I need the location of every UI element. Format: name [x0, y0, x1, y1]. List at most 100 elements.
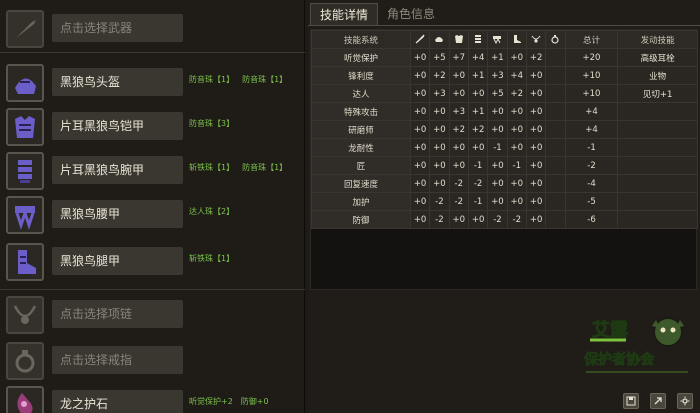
skill-point-cell: +0 — [409, 66, 431, 85]
save-icon — [626, 396, 636, 406]
tab-character-info[interactable]: 角色信息 — [378, 3, 444, 25]
ring-slot-icon — [15, 350, 35, 373]
skill-name-cell: 听觉保护 — [311, 48, 411, 67]
skill-total-cell: -1 — [564, 138, 619, 157]
skill-point-cell: +0 — [409, 84, 431, 103]
skill-point-cell-empty — [545, 102, 566, 121]
chest-slot-button[interactable] — [6, 108, 44, 146]
logo-title: 艾露 — [592, 319, 629, 341]
tab-skill-details[interactable]: 技能详情 — [310, 3, 379, 25]
skill-point-cell: +0 — [429, 138, 450, 157]
skill-row: 特殊攻击 +0 +0 +3 +1 +0 +0 +0 +4 — [311, 102, 698, 121]
skill-point-cell-empty — [545, 84, 566, 103]
skill-point-cell: -1 — [467, 192, 489, 211]
skill-point-cell: +0 — [487, 120, 508, 139]
skill-point-cell: +3 — [487, 66, 508, 85]
skill-point-cell: +0 — [487, 192, 508, 211]
skill-point-cell: +0 — [409, 120, 431, 139]
skill-point-cell: +0 — [448, 84, 469, 103]
skill-point-cell: +0 — [506, 138, 527, 157]
details-panel: 技能详情 角色信息 技能系统 总计 发动技能 听觉保护 +0 +5 +7 +4 … — [308, 0, 700, 413]
waist-armor-icon — [487, 30, 508, 49]
skill-row: 匠 +0 +0 +0 -1 +0 -1 +0 -2 — [311, 156, 698, 175]
ring-slot-button[interactable] — [6, 342, 44, 380]
weapon-slot-icon — [16, 20, 36, 38]
skill-point-cell: +2 — [429, 66, 450, 85]
skill-point-cell: +0 — [525, 156, 547, 175]
skill-point-cell: +0 — [409, 192, 431, 211]
activated-skill-cell — [617, 138, 698, 157]
waist-jewel-list: 达人珠【2】 — [189, 206, 242, 217]
waist-name-button[interactable]: 黑狼鸟腰甲 — [52, 200, 183, 228]
skill-point-cell: +2 — [506, 84, 527, 103]
activated-skill-cell — [617, 120, 698, 139]
charm-slot-button[interactable] — [6, 386, 44, 413]
weapon-icon — [409, 30, 431, 49]
skill-point-cell: +5 — [487, 84, 508, 103]
skill-total-cell: +4 — [564, 120, 619, 139]
settings-button[interactable] — [677, 393, 693, 409]
skill-point-cell: +0 — [429, 174, 450, 193]
chest-armor-icon — [448, 30, 469, 49]
necklace-slot-icon — [13, 305, 37, 324]
jewel-label: 防音珠【3】 — [189, 119, 235, 128]
skill-point-cell: +0 — [409, 48, 431, 67]
chest-name-button[interactable]: 片耳黑狼鸟铠甲 — [52, 112, 183, 140]
skill-point-cell: +0 — [525, 174, 547, 193]
skill-point-cell: -2 — [429, 192, 450, 211]
skill-point-cell: -1 — [506, 156, 527, 175]
weapon-slot-button[interactable] — [6, 10, 44, 48]
legs-name-button[interactable]: 黑狼鸟腿甲 — [52, 247, 183, 275]
felyne-protection-association-logo: 艾露 保护者协会 — [583, 317, 688, 373]
share-button[interactable] — [650, 393, 666, 409]
activated-skill-cell — [617, 174, 698, 193]
arms-slot-button[interactable] — [6, 152, 44, 190]
jewel-label: 达人珠【2】 — [189, 207, 235, 216]
skill-point-cell-empty — [545, 174, 566, 193]
arms-jewel-list: 斩铁珠【1】 防音珠【1】 — [189, 162, 295, 173]
arms-name-button[interactable]: 片耳黑狼鸟腕甲 — [52, 156, 183, 184]
ring-name-button[interactable]: 点击选择戒指 — [52, 346, 183, 374]
necklace-slot-button[interactable] — [6, 296, 44, 334]
skill-row: 锋利度 +0 +2 +0 +1 +3 +4 +0 +10 业物 — [311, 66, 698, 85]
leg-armor-icon — [18, 250, 36, 274]
activated-skill-cell — [617, 210, 698, 229]
charm-name-button[interactable]: 龙之护石 — [52, 390, 183, 413]
total-column-header: 总计 — [564, 30, 619, 49]
skill-point-cell-empty — [545, 120, 566, 139]
necklace-name-button[interactable]: 点击选择项链 — [52, 300, 183, 328]
charm-icon — [17, 393, 33, 413]
skill-row: 回复速度 +0 +0 -2 -2 +0 +0 +0 -4 — [311, 174, 698, 193]
legs-slot-button[interactable] — [6, 243, 44, 281]
skill-row: 防御 +0 -2 +0 +0 -2 -2 +0 -6 — [311, 210, 698, 229]
head-slot-button[interactable] — [6, 64, 44, 102]
waist-slot-button[interactable] — [6, 196, 44, 234]
activated-skill-cell: 业物 — [617, 66, 698, 85]
skill-point-cell: +0 — [487, 174, 508, 193]
save-button[interactable] — [623, 393, 639, 409]
skill-point-cell-empty — [545, 48, 566, 67]
skill-row: 龙耐性 +0 +0 +0 +0 -1 +0 +0 -1 — [311, 138, 698, 157]
share-icon — [654, 397, 662, 405]
arm-armor-icon — [467, 30, 489, 49]
section-divider — [0, 289, 305, 290]
skill-point-cell: +1 — [467, 102, 489, 121]
skill-point-cell: +2 — [525, 48, 547, 67]
equipment-row-waist: 黑狼鸟腰甲 达人珠【2】 — [0, 196, 305, 241]
jewel-label: 斩铁珠【1】 — [189, 163, 235, 172]
skill-total-cell: +10 — [564, 84, 619, 103]
skill-point-cell: +0 — [525, 138, 547, 157]
weapon-name-button[interactable]: 点击选择武器 — [52, 14, 183, 42]
head-name-button[interactable]: 黑狼鸟头盔 — [52, 68, 183, 96]
skill-name-cell: 研磨师 — [311, 120, 411, 139]
skill-total-cell: -6 — [564, 210, 619, 229]
skill-point-cell-empty — [545, 66, 566, 85]
skill-point-cell: -2 — [448, 174, 469, 193]
chest-armor-icon — [15, 116, 35, 138]
skill-point-cell: -2 — [487, 210, 508, 229]
skill-point-cell: +0 — [448, 210, 469, 229]
skill-point-cell: +0 — [467, 84, 489, 103]
skill-point-cell: +0 — [409, 174, 431, 193]
skill-point-cell: +2 — [448, 120, 469, 139]
skill-point-cell: +0 — [506, 174, 527, 193]
